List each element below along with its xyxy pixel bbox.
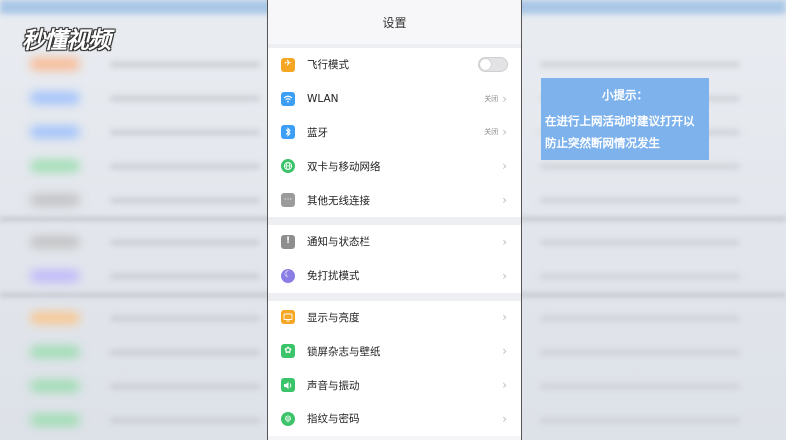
globe-icon [281,159,295,174]
item-label: 锁屏杂志与壁纸 [307,345,381,358]
settings-group-display: 显示与亮度 › ✿ 锁屏杂志与壁纸 › 声音与振动 › 指纹与密码 › [268,300,521,436]
moon-icon: ☾ [281,268,295,283]
chevron-right-icon: › [502,193,507,208]
item-label: 双卡与移动网络 [307,160,381,173]
group-gap [268,216,521,225]
tip-title: 小提示： [602,88,648,102]
video-logo: 秒懂视频 [22,20,111,56]
display-icon [281,310,295,325]
item-label: 通知与状态栏 [307,236,370,249]
settings-item-sound-vibration[interactable]: 声音与振动 › [268,368,521,402]
chevron-right-icon: › [502,411,507,426]
settings-item-dual-sim[interactable]: 双卡与移动网络 › [268,149,521,183]
settings-group-connectivity: ✈ 飞行模式 WLAN 关闭 › 蓝牙 关闭 › 双卡与移动网络 › ··· 其… [268,48,521,217]
chevron-right-icon: › [502,310,507,325]
fingerprint-icon [281,411,295,426]
chevron-right-icon: › [502,378,507,393]
settings-group-notifications: ! 通知与状态栏 › ☾ 免打扰模式 › [268,224,521,293]
chevron-right-icon: › [502,91,507,106]
group-gap [268,292,521,301]
more-icon: ··· [281,193,295,208]
settings-item-notifications[interactable]: ! 通知与状态栏 › [268,225,521,259]
item-label: 飞行模式 [307,59,349,72]
settings-item-airplane-mode[interactable]: ✈ 飞行模式 [268,48,521,82]
settings-item-do-not-disturb[interactable]: ☾ 免打扰模式 › [268,259,521,293]
settings-item-lockscreen-wallpaper[interactable]: ✿ 锁屏杂志与壁纸 › [268,334,521,368]
chevron-right-icon: › [502,344,507,359]
chevron-right-icon: › [502,268,507,283]
tip-line-1: 在进行上网活动时建议打开以 [545,114,695,128]
item-label: 声音与振动 [307,379,360,392]
wifi-icon [281,91,295,106]
chevron-right-icon: › [502,234,507,249]
settings-item-display[interactable]: 显示与亮度 › [268,301,521,335]
settings-item-other-wireless[interactable]: ··· 其他无线连接 › [268,183,521,217]
tip-box: 小提示： 在进行上网活动时建议打开以 防止突然断网情况发生 [541,78,709,160]
logo-text: 秒懂视频 [22,28,111,54]
speaker-icon [281,378,295,393]
page-title: 设置 [268,0,521,44]
item-label: 其他无线连接 [307,194,370,207]
status-text: 关闭 [484,128,499,137]
chevron-right-icon: › [502,159,507,174]
bluetooth-icon [281,125,295,140]
toggle-knob [480,59,491,71]
item-label: 指纹与密码 [307,413,360,426]
tip-line-2: 防止突然断网情况发生 [545,136,660,150]
item-label: 显示与亮度 [307,311,360,324]
notification-icon: ! [281,234,295,249]
chevron-right-icon: › [502,125,507,140]
status-text: 关闭 [484,94,499,103]
item-label: 免打扰模式 [307,270,360,283]
item-label: 蓝牙 [307,126,328,139]
settings-item-fingerprint-password[interactable]: 指纹与密码 › [268,402,521,436]
item-label: WLAN [307,92,339,105]
settings-item-bluetooth[interactable]: 蓝牙 关闭 › [268,116,521,150]
flower-icon: ✿ [281,344,295,359]
airplane-icon: ✈ [281,57,295,72]
settings-item-wlan[interactable]: WLAN 关闭 › [268,82,521,116]
airplane-mode-toggle[interactable] [478,57,508,73]
settings-panel: 设置 ✈ 飞行模式 WLAN 关闭 › 蓝牙 关闭 › 双卡与移动网络 › ··… [267,0,522,440]
